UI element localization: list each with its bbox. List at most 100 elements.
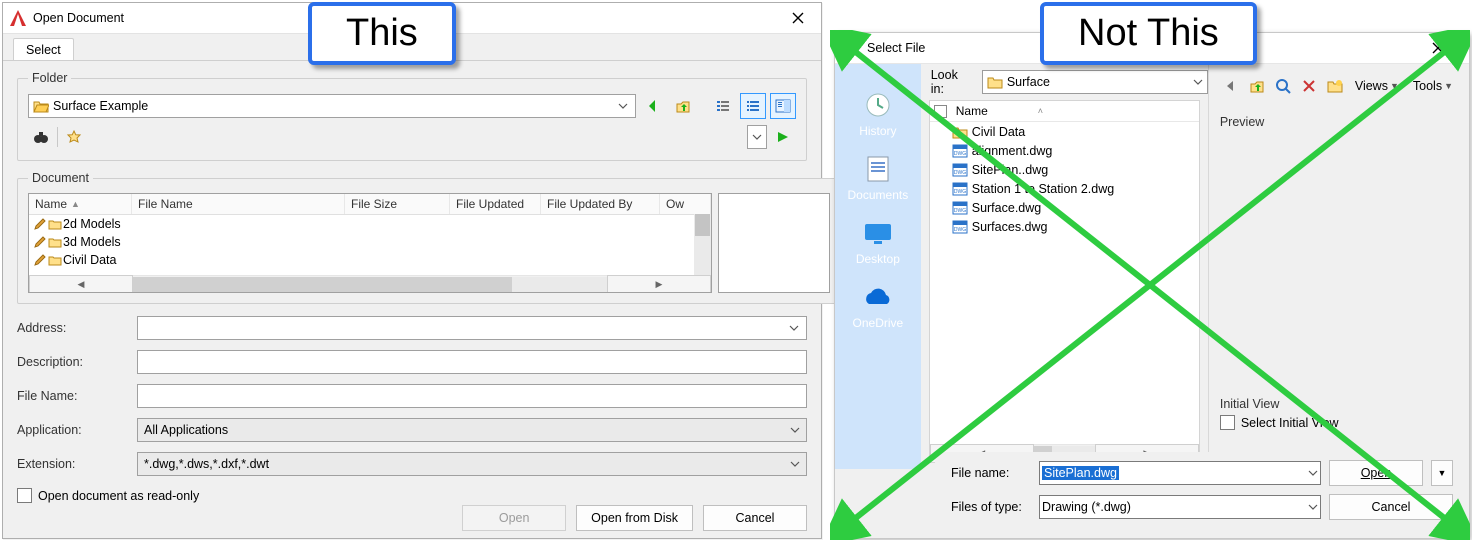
chevron-down-icon xyxy=(749,129,765,145)
select-initial-view-checkbox[interactable]: Select Initial View xyxy=(1220,415,1458,430)
folder-icon xyxy=(48,217,62,231)
close-button[interactable] xyxy=(1415,33,1461,63)
folder-open-icon xyxy=(33,98,49,114)
list-item[interactable]: DWGSitePlan..dwg xyxy=(930,160,1199,179)
go-button[interactable] xyxy=(770,124,796,150)
list-body: 2d Models 3d Models Civil Data xyxy=(29,215,711,275)
col-owner[interactable]: Ow xyxy=(660,194,711,214)
list-header[interactable]: Name▲ File Name File Size File Updated F… xyxy=(29,194,711,215)
delete-button[interactable] xyxy=(1297,74,1321,98)
file-label: SitePlan..dwg xyxy=(972,163,1048,177)
table-row[interactable]: Civil Data xyxy=(29,251,711,269)
search-dropdown[interactable] xyxy=(747,125,767,149)
address-label: Address: xyxy=(17,321,137,335)
binoculars-button[interactable] xyxy=(28,124,54,150)
scroll-thumb[interactable] xyxy=(695,214,710,236)
application-label: Application: xyxy=(17,423,137,437)
favorite-add-button[interactable] xyxy=(61,124,87,150)
file-list-header[interactable]: Name˄ xyxy=(930,101,1199,122)
files-of-type-combo[interactable]: Drawing (*.dwg) xyxy=(1039,495,1321,519)
view-preview-button[interactable] xyxy=(770,93,796,119)
vertical-scrollbar[interactable] xyxy=(694,214,711,275)
svg-text:DWG: DWG xyxy=(954,208,966,214)
list-item[interactable]: DWGSurface.dwg xyxy=(930,198,1199,217)
tools-menu[interactable]: Tools▼ xyxy=(1407,75,1459,97)
lookin-combo[interactable]: Surface xyxy=(982,70,1208,94)
open-from-disk-button[interactable]: Open from Disk xyxy=(576,505,693,531)
file-list-body: Civil DataDWGalignment.dwgDWGSitePlan..d… xyxy=(930,122,1199,236)
nav-up-button[interactable] xyxy=(670,93,696,119)
history-icon xyxy=(861,90,895,120)
nav-up-button[interactable] xyxy=(1245,74,1269,98)
col-file-updated-by[interactable]: File Updated By xyxy=(541,194,660,214)
open-button[interactable]: Open xyxy=(1329,460,1423,486)
table-row[interactable]: 2d Models xyxy=(29,215,711,233)
file-name-field[interactable]: SitePlan.dwg xyxy=(1039,461,1321,485)
file-label: alignment.dwg xyxy=(972,144,1053,158)
chevron-down-icon xyxy=(790,427,800,433)
list-item[interactable]: DWG alignment.dwg xyxy=(930,141,1199,160)
col-name[interactable]: Name▲ xyxy=(29,194,132,214)
tab-select[interactable]: Select xyxy=(13,38,74,60)
col-file-size[interactable]: File Size xyxy=(345,194,450,214)
dialog-body: History Documents Desktop OneDrive Look … xyxy=(835,64,1469,469)
svg-text:DWG: DWG xyxy=(954,151,966,157)
view-details-button[interactable] xyxy=(740,93,766,119)
scroll-thumb[interactable] xyxy=(133,277,512,292)
views-menu[interactable]: Views▼ xyxy=(1349,75,1405,97)
list-item[interactable]: Civil Data xyxy=(930,122,1199,141)
list-item[interactable]: DWGSurfaces.dwg xyxy=(930,217,1199,236)
place-onedrive[interactable]: OneDrive xyxy=(853,282,904,330)
folder-group: Folder Surface Example xyxy=(17,71,807,161)
close-button[interactable] xyxy=(775,3,821,33)
file-label: Civil Data xyxy=(972,125,1026,139)
file-name-field[interactable] xyxy=(137,384,807,408)
place-history[interactable]: History xyxy=(859,90,896,138)
table-row[interactable]: 3d Models xyxy=(29,233,711,251)
row-label: 3d Models xyxy=(63,235,121,249)
document-legend: Document xyxy=(28,171,93,185)
description-field[interactable] xyxy=(137,350,807,374)
nav-back-button[interactable] xyxy=(640,93,666,119)
file-list[interactable]: Name˄ Civil DataDWGalignment.dwgDWGSiteP… xyxy=(929,100,1200,463)
col-name[interactable]: Name˄ xyxy=(952,104,1199,118)
list-item[interactable]: DWGStation 1 to Station 2.dwg xyxy=(930,179,1199,198)
place-desktop[interactable]: Desktop xyxy=(856,218,900,266)
svg-text:DWG: DWG xyxy=(954,227,966,233)
cancel-button[interactable]: Cancel xyxy=(1329,494,1453,520)
scroll-track[interactable] xyxy=(133,277,607,292)
document-list[interactable]: Name▲ File Name File Size File Updated F… xyxy=(28,193,712,293)
header-checkbox[interactable] xyxy=(930,105,952,118)
document-wrap: Name▲ File Name File Size File Updated F… xyxy=(28,193,830,293)
dwg-file-icon: DWG xyxy=(952,182,968,196)
pencil-icon xyxy=(33,217,47,231)
scroll-right-button[interactable]: ▶ xyxy=(607,275,711,293)
search-web-button[interactable] xyxy=(1271,74,1295,98)
col-file-name[interactable]: File Name xyxy=(132,194,345,214)
chevron-down-icon xyxy=(786,320,802,336)
initial-view-label: Initial View xyxy=(1220,397,1458,411)
dwg-file-icon: DWG xyxy=(952,201,968,215)
folder-combo[interactable]: Surface Example xyxy=(28,94,636,118)
horizontal-scrollbar[interactable]: ◀ ▶ xyxy=(29,275,711,293)
lookin-label: Look in: xyxy=(931,68,972,96)
place-documents[interactable]: Documents xyxy=(848,154,909,202)
open-dropdown-button[interactable]: ▼ xyxy=(1431,460,1453,486)
col-file-updated[interactable]: File Updated xyxy=(450,194,541,214)
row-label: 2d Models xyxy=(63,217,121,231)
chevron-down-icon xyxy=(1193,79,1203,85)
checkbox-label: Select Initial View xyxy=(1241,416,1339,430)
row-label: Civil Data xyxy=(63,253,117,267)
callout-this: This xyxy=(308,2,456,65)
place-label: OneDrive xyxy=(853,316,904,330)
new-folder-button[interactable] xyxy=(1323,74,1347,98)
document-preview-pane xyxy=(718,193,830,293)
nav-back-button[interactable] xyxy=(1219,74,1243,98)
scroll-left-button[interactable]: ◀ xyxy=(29,275,133,293)
cancel-button[interactable]: Cancel xyxy=(703,505,807,531)
address-field[interactable] xyxy=(137,316,807,340)
application-combo[interactable]: All Applications xyxy=(137,418,807,442)
desktop-icon xyxy=(861,218,895,248)
view-list-button[interactable] xyxy=(710,93,736,119)
extension-combo[interactable]: *.dwg,*.dws,*.dxf,*.dwt xyxy=(137,452,807,476)
